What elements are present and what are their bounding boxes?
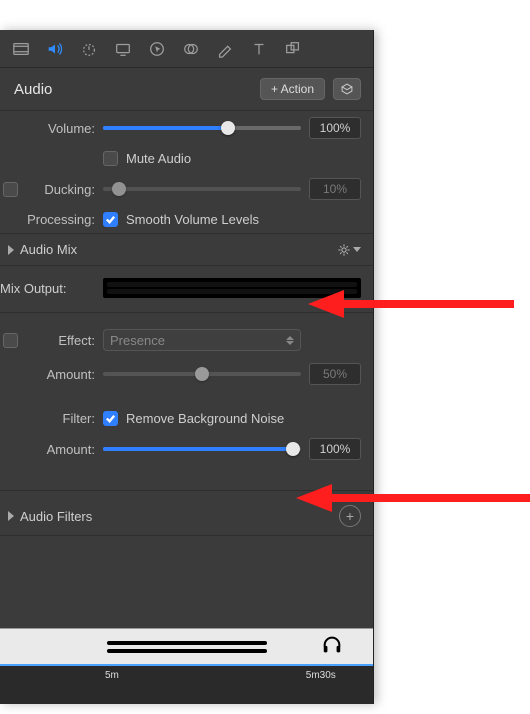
filter-row: Filter: Remove Background Noise	[0, 405, 373, 432]
select-arrows-icon	[286, 336, 294, 345]
mix-output-label: Mix Output:	[0, 281, 95, 296]
annotation-arrow	[308, 290, 344, 318]
video-tab-icon[interactable]	[10, 38, 32, 60]
filter-amount-label: Amount:	[0, 442, 95, 457]
ducking-label: Ducking:	[26, 182, 95, 197]
effect-amount-slider[interactable]	[103, 372, 301, 376]
ducking-slider[interactable]	[103, 187, 301, 191]
cursor-tab-icon[interactable]	[146, 38, 168, 60]
section-title: Audio	[14, 81, 52, 98]
audio-mix-header[interactable]: Audio Mix	[0, 233, 373, 266]
audio-mix-gear-menu[interactable]	[337, 243, 361, 257]
effect-amount-label: Amount:	[0, 367, 95, 382]
volume-label: Volume:	[0, 121, 95, 136]
effect-selected: Presence	[110, 333, 165, 348]
effect-amount-value[interactable]: 50%	[309, 363, 361, 385]
volume-slider[interactable]	[103, 126, 301, 130]
inspector-tab-bar	[0, 30, 373, 68]
mute-row: Mute Audio	[0, 145, 373, 172]
audio-tab-icon[interactable]	[44, 38, 66, 60]
headphones-icon[interactable]	[321, 634, 343, 659]
display-tab-icon[interactable]	[112, 38, 134, 60]
filter-label: Filter:	[0, 411, 95, 426]
audio-filters-title: Audio Filters	[20, 509, 92, 524]
filter-amount-row: Amount: 100%	[0, 432, 373, 466]
smooth-volume-label: Smooth Volume Levels	[126, 212, 259, 227]
mute-checkbox[interactable]	[103, 151, 118, 166]
add-filter-button[interactable]: +	[339, 505, 361, 527]
effect-checkbox[interactable]	[3, 333, 18, 348]
remove-noise-label: Remove Background Noise	[126, 411, 284, 426]
mute-label: Mute Audio	[126, 151, 191, 166]
ducking-row: Ducking: 10%	[0, 172, 373, 206]
presets-button[interactable]	[333, 78, 361, 100]
smooth-volume-checkbox[interactable]	[103, 212, 118, 227]
tick-label: 5m	[105, 670, 119, 681]
blend-tab-icon[interactable]	[180, 38, 202, 60]
remove-noise-checkbox[interactable]	[103, 411, 118, 426]
annotation-arrow	[296, 484, 332, 512]
processing-label: Processing:	[0, 212, 95, 227]
chevron-down-icon	[353, 247, 361, 252]
effect-label: Effect:	[26, 333, 95, 348]
chevron-right-icon	[8, 511, 14, 521]
timeline-ruler[interactable]: 5m 5m30s	[0, 664, 373, 704]
add-action-button[interactable]: + Action	[260, 78, 325, 100]
volume-value[interactable]: 100%	[309, 117, 361, 139]
effect-amount-row: Amount: 50%	[0, 357, 373, 391]
tick-label: 5m30s	[306, 670, 336, 681]
effect-select[interactable]: Presence	[103, 329, 301, 351]
text-tab-icon[interactable]	[248, 38, 270, 60]
ducking-value[interactable]: 10%	[309, 178, 361, 200]
audio-level-bars	[107, 641, 267, 653]
layout-tab-icon[interactable]	[282, 38, 304, 60]
ducking-checkbox[interactable]	[3, 182, 18, 197]
audio-preview-strip	[0, 628, 373, 664]
filter-amount-slider[interactable]	[103, 447, 301, 451]
timing-tab-icon[interactable]	[78, 38, 100, 60]
effect-row: Effect: Presence	[0, 323, 373, 357]
volume-row: Volume: 100%	[0, 111, 373, 145]
chevron-right-icon	[8, 245, 14, 255]
annotations-tab-icon[interactable]	[214, 38, 236, 60]
audio-mix-title: Audio Mix	[20, 242, 77, 257]
processing-row: Processing: Smooth Volume Levels	[0, 206, 373, 233]
audio-section-header: Audio + Action	[0, 68, 373, 111]
filter-amount-value[interactable]: 100%	[309, 438, 361, 460]
audio-inspector-panel: Audio + Action Volume: 100% Mute Audio D…	[0, 30, 374, 704]
